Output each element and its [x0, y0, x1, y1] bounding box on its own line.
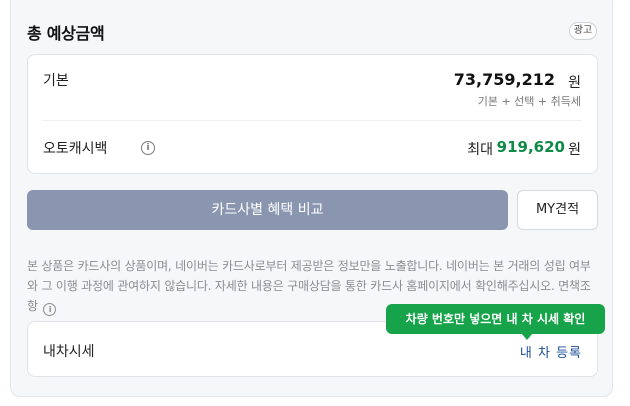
base-price-amount: 73,759,212	[453, 70, 555, 89]
tooltip-arrow	[521, 333, 533, 340]
info-icon[interactable]: i	[43, 303, 57, 316]
info-icon[interactable]: i	[141, 141, 155, 155]
my-quote-button[interactable]: MY견적	[517, 190, 598, 230]
ad-badge[interactable]: 광고	[569, 22, 597, 40]
summary-divider	[43, 120, 582, 121]
card-benefit-compare-button[interactable]: 카드사별 혜택 비교	[27, 190, 508, 230]
summary-card: 기본 73,759,212 원 기본 + 선택 + 취득세 오토캐시백 i 최대…	[27, 54, 598, 174]
base-price-unit: 원	[568, 75, 581, 91]
car-price-label: 내차시세	[43, 344, 95, 360]
section-title: 총 예상금액	[27, 24, 105, 43]
base-price-label: 기본	[43, 73, 69, 89]
cashback-label: 오토캐시백	[43, 141, 108, 157]
base-price-breakdown: 기본 + 선택 + 취득세	[477, 95, 581, 108]
register-my-car-link[interactable]: 내 차 등록	[520, 342, 582, 361]
cashback-prefix: 최대	[467, 142, 493, 158]
car-price-tooltip[interactable]: 차량 번호만 넣으면 내 차 시세 확인	[386, 304, 605, 334]
cashback-unit: 원	[568, 142, 581, 158]
cashback-amount: 919,620	[496, 138, 565, 156]
